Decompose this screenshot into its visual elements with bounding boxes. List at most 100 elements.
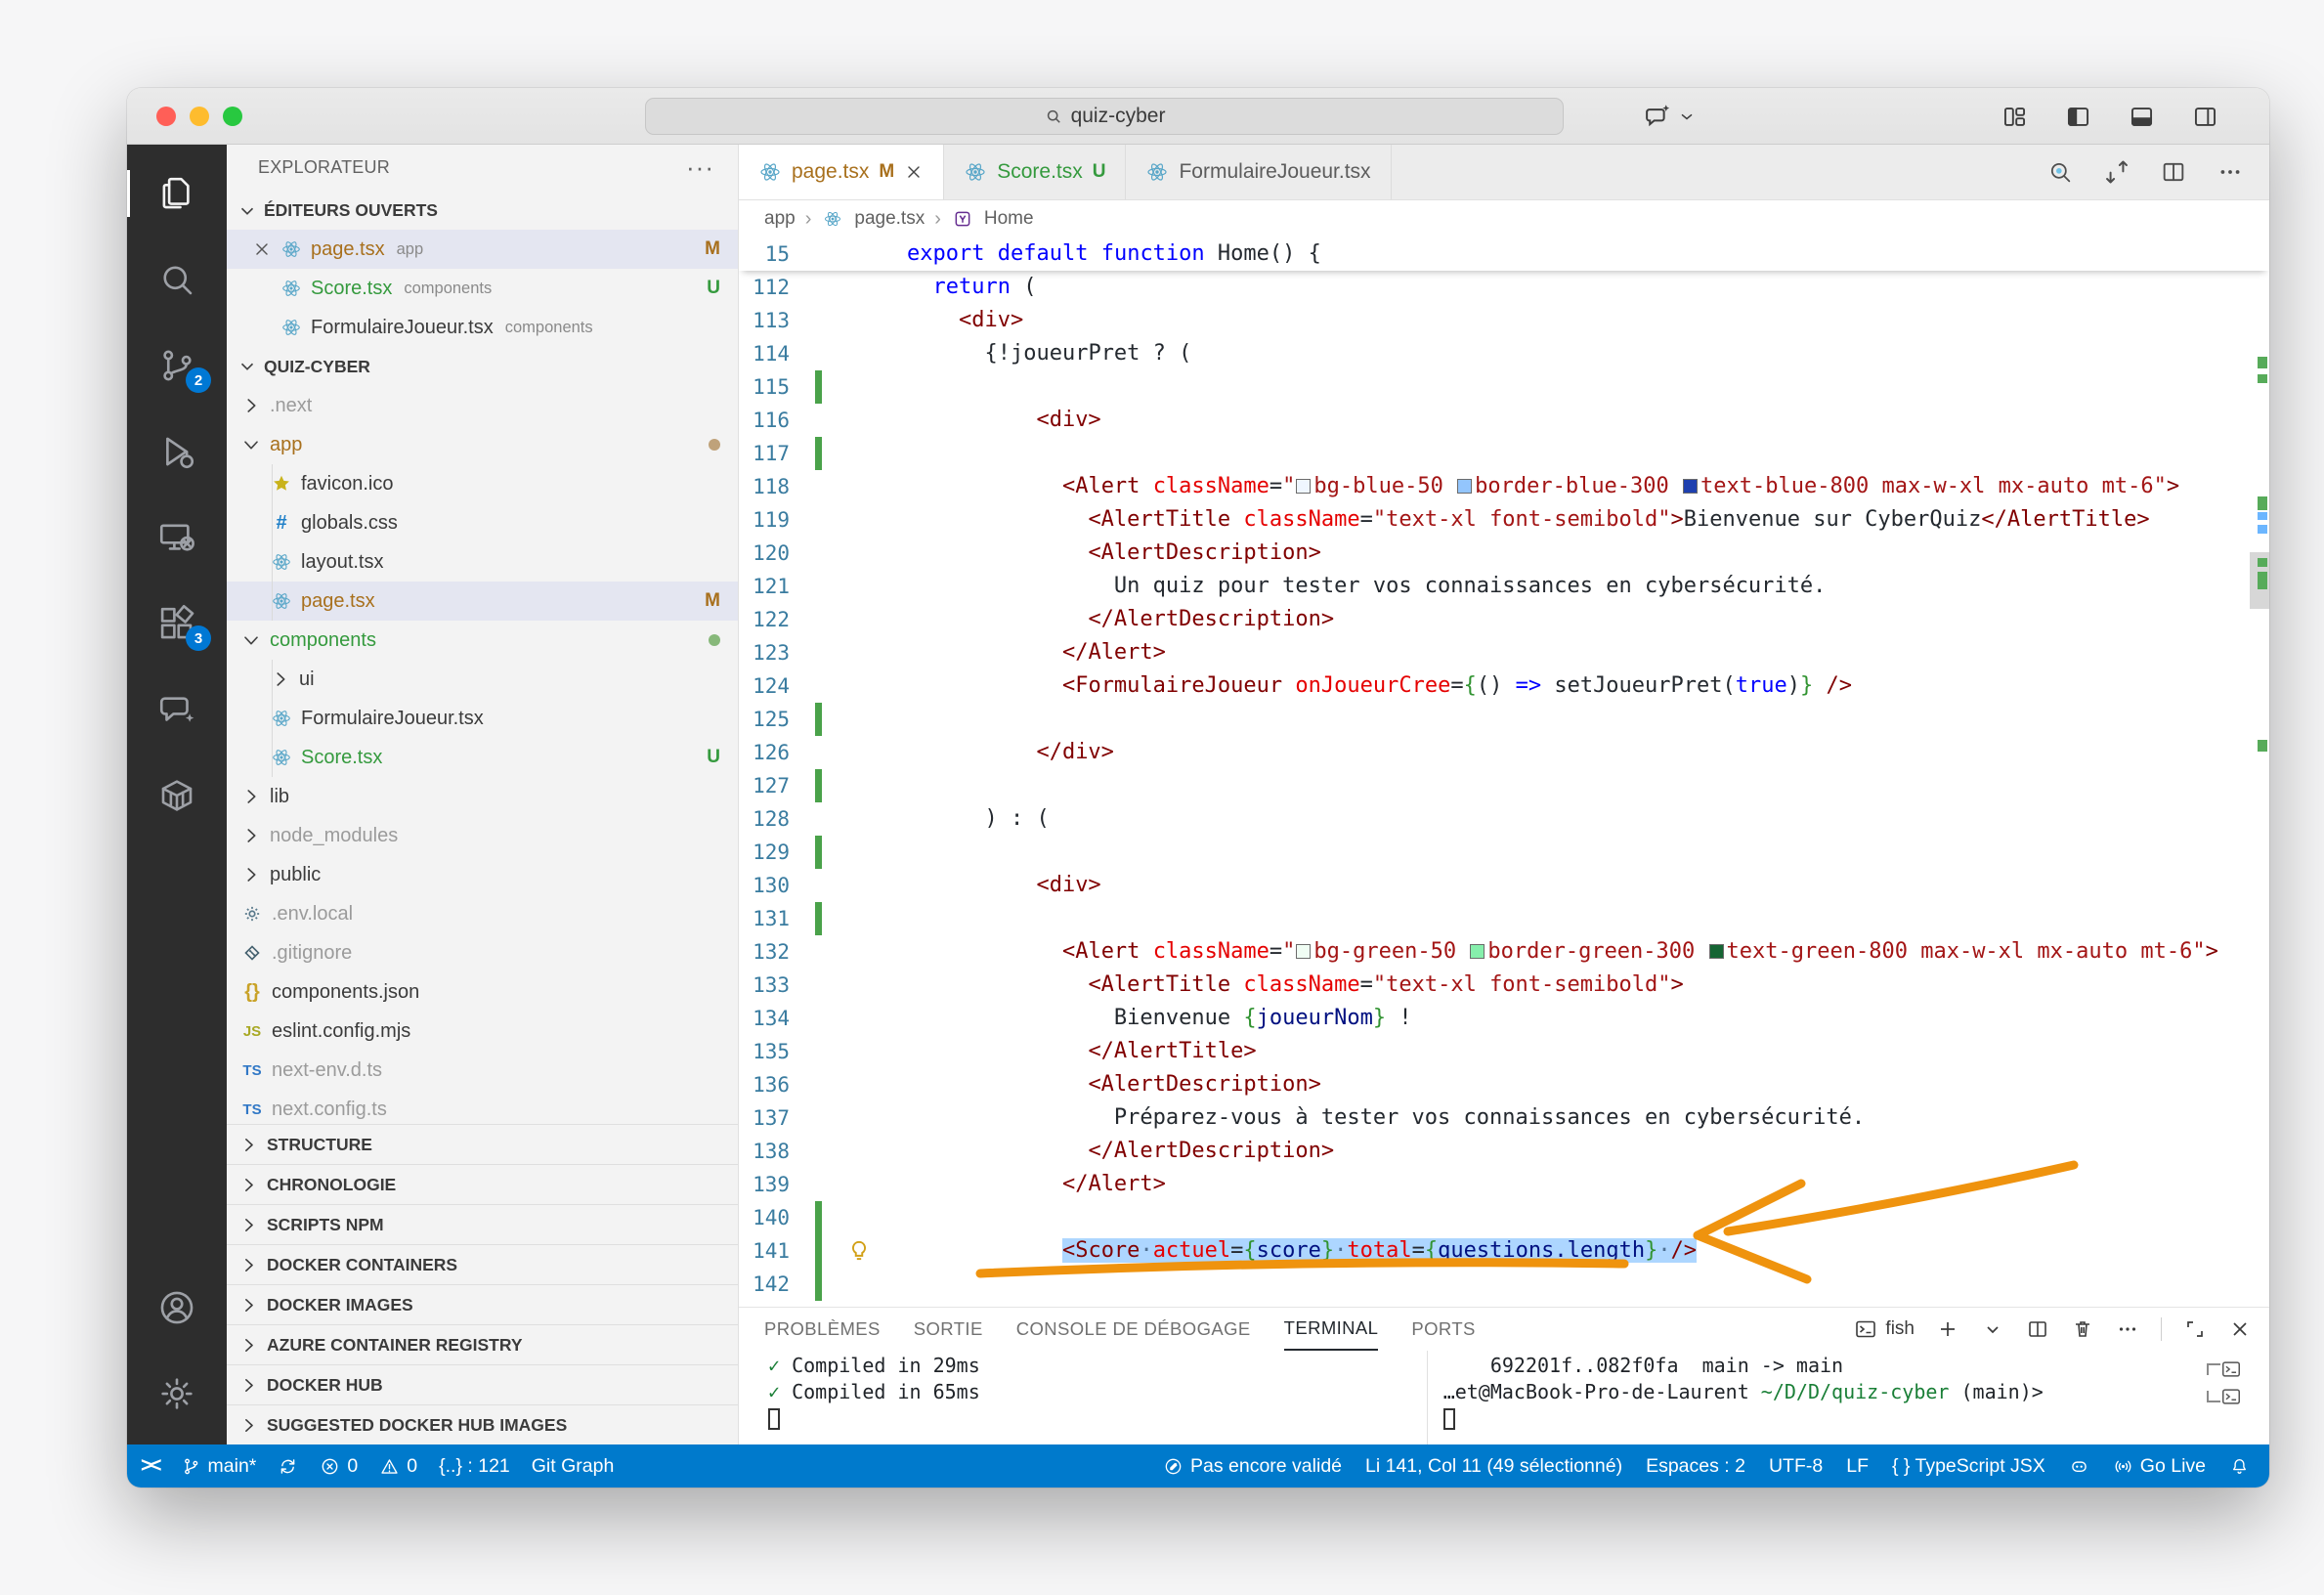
tree-item-node_modules[interactable]: node_modules (227, 816, 738, 855)
status-notifications[interactable] (2229, 1456, 2250, 1477)
code-line-138[interactable]: 138 </AlertDescription> (739, 1135, 2269, 1168)
chevron-down-icon[interactable] (1981, 1317, 2004, 1341)
status-go-live[interactable]: Go Live (2113, 1455, 2206, 1478)
status-remote-window[interactable]: >< (141, 1454, 159, 1478)
kill-terminal-icon[interactable] (2071, 1317, 2094, 1341)
terminal-session-item[interactable] (2207, 1358, 2242, 1380)
tab-FormulaireJoueur.tsx[interactable]: FormulaireJoueur.tsx (1126, 145, 1391, 199)
sidebar-section-chronologie[interactable]: CHRONOLOGIE (227, 1164, 738, 1204)
lightbulb-icon[interactable] (846, 1238, 872, 1264)
tree-item-ui[interactable]: ui (227, 660, 738, 699)
code-line-141[interactable]: 141 <Score·actuel={score}·total={questio… (739, 1234, 2269, 1268)
code-line-126[interactable]: 126 </div> (739, 736, 2269, 769)
code-line-117[interactable]: 117 (739, 437, 2269, 470)
new-terminal-icon[interactable] (1936, 1317, 1959, 1341)
tree-item-next-env.d.ts[interactable]: TSnext-env.d.ts (227, 1051, 738, 1090)
status-copilot-status[interactable] (2069, 1456, 2089, 1477)
tree-item-favicon.ico[interactable]: favicon.ico (227, 464, 738, 503)
tree-item-eslint.config.mjs[interactable]: JSeslint.config.mjs (227, 1012, 738, 1051)
activity-item-accounts[interactable] (127, 1265, 227, 1351)
status-git-graph[interactable]: Git Graph (532, 1455, 615, 1478)
panel-tab-CONSOLE DE DÉBOGAGE[interactable]: CONSOLE DE DÉBOGAGE (1016, 1308, 1251, 1351)
project-section-header[interactable]: QUIZ-CYBER (227, 347, 738, 386)
status-cursor-position[interactable]: Li 141, Col 11 (49 sélectionné) (1365, 1455, 1622, 1478)
copilot-chat-icon[interactable] (1644, 102, 1673, 131)
tree-item-public[interactable]: public (227, 855, 738, 894)
activity-item-run-and-debug[interactable] (127, 409, 227, 495)
code-line-127[interactable]: 127 (739, 769, 2269, 802)
tree-item-.gitignore[interactable]: .gitignore (227, 933, 738, 972)
tree-item-.env.local[interactable]: .env.local (227, 894, 738, 933)
more-icon[interactable] (2216, 158, 2244, 186)
open-editors-section-header[interactable]: ÉDITEURS OUVERTS (227, 192, 738, 231)
breadcrumb[interactable]: app›page.tsx›Home (739, 200, 2269, 237)
sidebar-section-docker-containers[interactable]: DOCKER CONTAINERS (227, 1244, 738, 1284)
code-line-131[interactable]: 131 (739, 902, 2269, 935)
code-line-143[interactable]: 143 {questions.length > 0 ? ( (739, 1301, 2269, 1307)
code-line-124[interactable]: 124 <FormulaireJoueur onJoueurCree={() =… (739, 669, 2269, 703)
tree-item-next.config.ts[interactable]: TSnext.config.ts (227, 1090, 738, 1124)
code-line-142[interactable]: 142 (739, 1268, 2269, 1301)
customize-layout-icon[interactable] (2001, 104, 2028, 130)
open-editor-page.tsx[interactable]: page.tsxappM (227, 230, 738, 269)
close-window-button[interactable] (156, 107, 176, 126)
activity-item-remote-explorer[interactable] (127, 495, 227, 581)
panel-tab-PROBLÈMES[interactable]: PROBLÈMES (764, 1308, 881, 1351)
activity-item-source-control[interactable]: 2 (127, 323, 227, 409)
sidebar-section-docker-hub[interactable]: DOCKER HUB (227, 1364, 738, 1404)
code-line-132[interactable]: 132 <Alert className="bg-green-50 border… (739, 935, 2269, 969)
panel-tab-SORTIE[interactable]: SORTIE (914, 1308, 983, 1351)
toggle-primary-sidebar-icon[interactable] (2065, 104, 2091, 130)
tab-Score.tsx[interactable]: Score.tsxU (944, 145, 1126, 199)
code-line-130[interactable]: 130 <div> (739, 869, 2269, 902)
tree-item-page.tsx[interactable]: page.tsxM (227, 582, 738, 621)
terminal-profile[interactable]: fish (1854, 1317, 1915, 1341)
code-line-116[interactable]: 116 <div> (739, 404, 2269, 437)
tree-item-app[interactable]: app (227, 425, 738, 464)
command-center-search[interactable]: quiz-cyber (645, 98, 1564, 135)
split-terminal-icon[interactable] (2026, 1317, 2049, 1341)
changes-icon[interactable] (2103, 158, 2130, 186)
more-actions-icon[interactable] (2116, 1317, 2139, 1341)
code-line-121[interactable]: 121 Un quiz pour tester vos connaissance… (739, 570, 2269, 603)
code-line-133[interactable]: 133 <AlertTitle className="text-xl font-… (739, 969, 2269, 1002)
minimize-window-button[interactable] (190, 107, 209, 126)
code-line-113[interactable]: 113 <div> (739, 304, 2269, 337)
panel-tab-PORTS[interactable]: PORTS (1411, 1308, 1475, 1351)
tree-item-components[interactable]: components (227, 621, 738, 660)
code-line-137[interactable]: 137 Préparez-vous à tester vos connaissa… (739, 1101, 2269, 1135)
activity-item-settings[interactable] (127, 1351, 227, 1437)
status-validation-status[interactable]: Pas encore validé (1163, 1455, 1342, 1478)
activity-item-chat[interactable] (127, 667, 227, 753)
code-line-139[interactable]: 139 </Alert> (739, 1168, 2269, 1201)
code-line-119[interactable]: 119 <AlertTitle className="text-xl font-… (739, 503, 2269, 537)
close-panel-icon[interactable] (2228, 1317, 2252, 1341)
status-language-mode[interactable]: { } TypeScript JSX (1892, 1455, 2045, 1478)
code-line-123[interactable]: 123 </Alert> (739, 636, 2269, 669)
sidebar-section-docker-images[interactable]: DOCKER IMAGES (227, 1284, 738, 1324)
sidebar-section-suggested-docker-hub-images[interactable]: SUGGESTED DOCKER HUB IMAGES (227, 1404, 738, 1444)
status-errors[interactable]: 0 (320, 1455, 358, 1478)
activity-item-search[interactable] (127, 237, 227, 323)
more-actions-icon[interactable]: ··· (686, 152, 714, 183)
sidebar-section-structure[interactable]: STRUCTURE (227, 1124, 738, 1164)
panel-tab-TERMINAL[interactable]: TERMINAL (1284, 1308, 1379, 1351)
tree-item-layout.tsx[interactable]: layout.tsx (227, 542, 738, 582)
tree-item-.next[interactable]: .next (227, 386, 738, 425)
code-line-112[interactable]: 112 return ( (739, 271, 2269, 304)
tree-item-components.json[interactable]: {}components.json (227, 972, 738, 1012)
tree-item-globals.css[interactable]: #globals.css (227, 503, 738, 542)
terminal-session-item[interactable] (2207, 1386, 2242, 1407)
activity-item-extensions[interactable]: 3 (127, 581, 227, 667)
breadcrumb-item[interactable]: Home (984, 208, 1034, 230)
code-line-114[interactable]: 114 {!joueurPret ? ( (739, 337, 2269, 370)
code-line-134[interactable]: 134 Bienvenue {joueurNom} ! (739, 1002, 2269, 1035)
activity-item-docker[interactable] (127, 753, 227, 839)
terminal-pane-git[interactable]: 692201f..082f0fa main -> main…et@MacBook… (1428, 1351, 2201, 1444)
code-line-140[interactable]: 140 (739, 1201, 2269, 1234)
search-icon[interactable] (2046, 158, 2074, 186)
sidebar-section-scripts-npm[interactable]: SCRIPTS NPM (227, 1204, 738, 1244)
zoom-window-button[interactable] (223, 107, 242, 126)
activity-item-explorer[interactable] (127, 151, 227, 237)
status-git-sync[interactable] (278, 1456, 298, 1477)
